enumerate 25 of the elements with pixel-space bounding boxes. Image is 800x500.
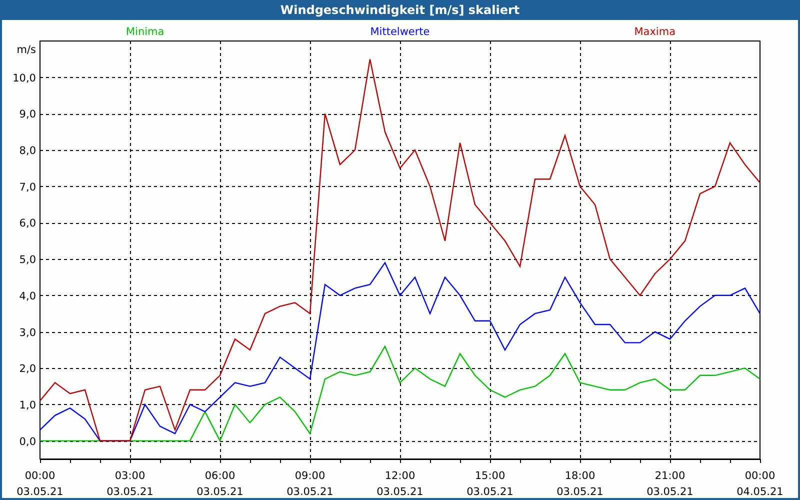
axis-tick-label: 8,0 <box>19 145 36 158</box>
axis-tick-label: 6,0 <box>19 218 36 230</box>
axis-tick-label: 7,0 <box>19 181 36 194</box>
axis-tick-label: 21:00 03.05.21 <box>646 470 694 498</box>
axis-tick-label: 10,0 <box>12 72 36 84</box>
axis-tick-label: 5,0 <box>19 254 36 266</box>
axis-tick-label: 9,0 <box>19 108 36 121</box>
axis-tick-label: 00:00 04.05.21 <box>736 470 784 498</box>
axis-tick-label: 3,0 <box>19 326 36 339</box>
axis-tick-label: 09:00 03.05.21 <box>286 470 334 498</box>
axis-tick-label: 2,0 <box>19 363 36 376</box>
axis-tick-label: 15:00 03.05.21 <box>466 470 514 498</box>
legend-label: Minima <box>126 26 164 38</box>
axis-title: m/s <box>16 44 36 56</box>
legend-label: Maxima <box>634 26 676 38</box>
axis-tick-label: 4,0 <box>19 290 36 302</box>
axis-tick-label: 00:00 03.05.21 <box>16 470 64 498</box>
axis-tick-label: 0,0 <box>19 436 36 448</box>
window-title: Windgeschwindigkeit [m/s] skaliert <box>0 0 800 20</box>
axis-tick-label: 03:00 03.05.21 <box>106 470 154 498</box>
axis-tick-label: 1,0 <box>19 399 36 412</box>
legend-label: Mittelwerte <box>370 26 430 38</box>
axis-tick-label: 18:00 03.05.21 <box>556 470 604 498</box>
axis-tick-label: 06:00 03.05.21 <box>196 470 244 498</box>
axis-tick-label: 12:00 03.05.21 <box>376 470 424 498</box>
